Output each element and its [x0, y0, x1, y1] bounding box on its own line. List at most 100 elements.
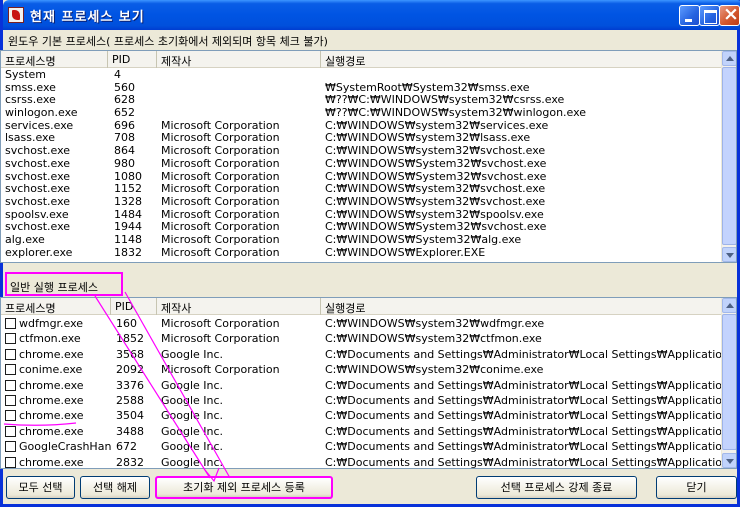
force-kill-button[interactable]: 선택 프로세스 강제 종료 [476, 476, 637, 499]
table-row[interactable]: GoogleCrashHand... 672 Google Inc. C:₩Docum… [1, 439, 723, 454]
column-header-pid[interactable]: PID [111, 298, 157, 315]
cell-pid: 2832 [116, 455, 144, 469]
table-row[interactable]: svchost.exe 1328 Microsoft Corporation C:₩W… [1, 196, 723, 209]
cell-pid: 708 [114, 132, 135, 145]
scrollbar-thumb[interactable] [722, 314, 736, 450]
cell-pid: 3488 [116, 424, 144, 438]
system-processes-label: 윈도우 기본 프로세스( 프로세스 초기화에서 제외되며 항목 체크 불가) [8, 35, 328, 48]
table-row[interactable]: csrss.exe 628 ₩??₩C:₩WINDOWS₩system32₩csrs… [1, 94, 723, 107]
cell-pid: 3568 [116, 347, 144, 361]
general-process-list[interactable]: 프로세스명 PID 제작사 실행경로 wdfmgr.exe 160 Microsof… [0, 297, 737, 469]
table-row[interactable]: svchost.exe 864 Microsoft Corporation C:₩WI… [1, 145, 723, 158]
title-bar[interactable]: 현재 프로세스 보기 [3, 0, 740, 30]
cell-vendor: Microsoft Corporation [161, 119, 280, 132]
table-row[interactable]: svchost.exe 1152 Microsoft Corporation C:₩W… [1, 183, 723, 196]
table-row[interactable]: explorer.exe 1832 Microsoft Corporation C:₩… [1, 247, 723, 260]
cell-path: C:₩WINDOWS₩System32₩svchost.exe [325, 157, 547, 170]
cell-pid: 3504 [116, 409, 144, 423]
minimize-icon[interactable] [679, 5, 700, 26]
row-checkbox[interactable] [5, 410, 16, 422]
row-checkbox[interactable] [5, 333, 16, 345]
cell-process-name: wdfmgr.exe [19, 317, 84, 330]
row-checkbox[interactable] [5, 379, 16, 391]
general-processes-label: 일반 실행 프로세스 [5, 272, 123, 296]
table-row[interactable]: wdfmgr.exe 160 Microsoft Corporation C:₩WIN… [1, 316, 723, 331]
cell-path: C:₩Documents and Settings₩Administrator₩… [325, 409, 721, 423]
column-header-vendor[interactable]: 제작사 [157, 51, 321, 68]
system-list-scrollbar[interactable] [721, 51, 736, 262]
scrollbar-thumb[interactable] [722, 67, 736, 245]
close-icon[interactable] [719, 3, 740, 26]
row-checkbox[interactable] [5, 394, 16, 406]
cell-vendor: Microsoft Corporation [161, 195, 280, 208]
close-button[interactable]: 닫기 [656, 476, 737, 499]
system-process-list[interactable]: 프로세스명 PID 제작사 실행경로 System 4 smss.exe 560 ₩Sy… [0, 50, 737, 263]
table-row[interactable]: lsass.exe 708 Microsoft Corporation C:₩WIND… [1, 132, 723, 145]
cell-process-name: svchost.exe [5, 183, 71, 196]
cell-pid: 628 [114, 94, 135, 107]
column-header-pid[interactable]: PID [108, 51, 157, 68]
cell-pid: 1484 [114, 208, 142, 221]
scroll-up-icon[interactable] [722, 298, 736, 313]
table-row[interactable]: chrome.exe 2832 Google Inc. C:₩Documents an… [1, 455, 723, 469]
cell-vendor: Microsoft Corporation [161, 221, 280, 234]
cell-vendor: Microsoft Corporation [161, 233, 280, 246]
cell-path: ₩??₩C:₩WINDOWS₩system32₩csrss.exe [325, 94, 565, 107]
table-row[interactable]: winlogon.exe 652 ₩??₩C:₩WINDOWS₩system32₩w… [1, 107, 723, 120]
table-row[interactable]: services.exe 696 Microsoft Corporation C:₩W… [1, 120, 723, 133]
general-list-scrollbar[interactable] [721, 298, 736, 468]
cell-vendor: Microsoft Corporation [161, 332, 280, 346]
table-row[interactable]: chrome.exe 2588 Google Inc. C:₩Documents an… [1, 393, 723, 408]
table-row[interactable]: ctfmon.exe 1852 Microsoft Corporation C:₩WI… [1, 331, 723, 346]
column-header-path[interactable]: 실행경로 [321, 51, 723, 68]
register-exclusion-button[interactable]: 초기화 제외 프로세스 등록 [155, 476, 333, 499]
table-row[interactable]: spoolsv.exe 1484 Microsoft Corporation C:₩W… [1, 209, 723, 222]
cell-process-name: conime.exe [19, 363, 83, 377]
cell-pid: 1944 [114, 221, 142, 234]
table-row[interactable]: chrome.exe 3488 Google Inc. C:₩Documents an… [1, 424, 723, 439]
cell-pid: 652 [114, 107, 135, 120]
column-header-vendor[interactable]: 제작사 [157, 298, 321, 315]
cell-process-name: explorer.exe [5, 246, 73, 259]
deselect-button[interactable]: 선택 해제 [80, 476, 150, 499]
cell-pid: 560 [114, 81, 135, 94]
maximize-icon[interactable] [699, 5, 720, 26]
table-row[interactable]: chrome.exe 3504 Google Inc. C:₩Documents an… [1, 408, 723, 423]
row-checkbox[interactable] [5, 348, 16, 360]
table-row[interactable]: svchost.exe 1080 Microsoft Corporation C:₩W… [1, 171, 723, 184]
table-row[interactable]: svchost.exe 1944 Microsoft Corporation C:₩W… [1, 221, 723, 234]
table-row[interactable]: chrome.exe 3376 Google Inc. C:₩Documents an… [1, 378, 723, 393]
table-row[interactable]: svchost.exe 980 Microsoft Corporation C:₩WI… [1, 158, 723, 171]
table-row[interactable]: conime.exe 2092 Microsoft Corporation C:₩WI… [1, 362, 723, 377]
cell-path: C:₩WINDOWS₩system32₩svchost.exe [325, 183, 546, 196]
row-checkbox[interactable] [5, 441, 16, 453]
scroll-down-icon[interactable] [722, 453, 736, 468]
scroll-up-icon[interactable] [722, 51, 736, 66]
cell-process-name: System [5, 69, 47, 81]
cell-process-name: svchost.exe [5, 195, 71, 208]
column-header-name[interactable]: 프로세스명 [1, 51, 108, 68]
scroll-down-icon[interactable] [722, 247, 736, 262]
row-checkbox[interactable] [5, 364, 16, 376]
row-checkbox[interactable] [5, 425, 16, 437]
cell-process-name: smss.exe [5, 81, 56, 94]
select-all-button[interactable]: 모두 선택 [6, 476, 75, 499]
cell-process-name: services.exe [5, 119, 74, 132]
table-row[interactable]: smss.exe 560 ₩SystemRoot₩System32₩smss.exe [1, 82, 723, 95]
row-checkbox[interactable] [5, 318, 16, 329]
cell-process-name: chrome.exe [19, 424, 84, 438]
column-header-name[interactable]: 프로세스명 [1, 298, 111, 315]
table-row[interactable]: System 4 [1, 69, 723, 82]
cell-process-name: lsass.exe [5, 132, 55, 145]
table-row[interactable]: alg.exe 1148 Microsoft Corporation C:₩WINDO… [1, 234, 723, 247]
cell-path: C:₩Documents and Settings₩Administrator₩… [325, 393, 721, 407]
cell-process-name: GoogleCrashHand... [19, 440, 111, 454]
cell-process-name: alg.exe [5, 233, 45, 246]
cell-path: C:₩WINDOWS₩system32₩spoolsv.exe [325, 208, 544, 221]
cell-path: C:₩Documents and Settings₩Administrator₩… [325, 424, 721, 438]
cell-process-name: chrome.exe [19, 393, 84, 407]
column-header-path[interactable]: 실행경로 [321, 298, 723, 315]
row-checkbox[interactable] [5, 456, 16, 468]
cell-process-name: svchost.exe [5, 221, 71, 234]
table-row[interactable]: chrome.exe 3568 Google Inc. C:₩Documents an… [1, 347, 723, 362]
